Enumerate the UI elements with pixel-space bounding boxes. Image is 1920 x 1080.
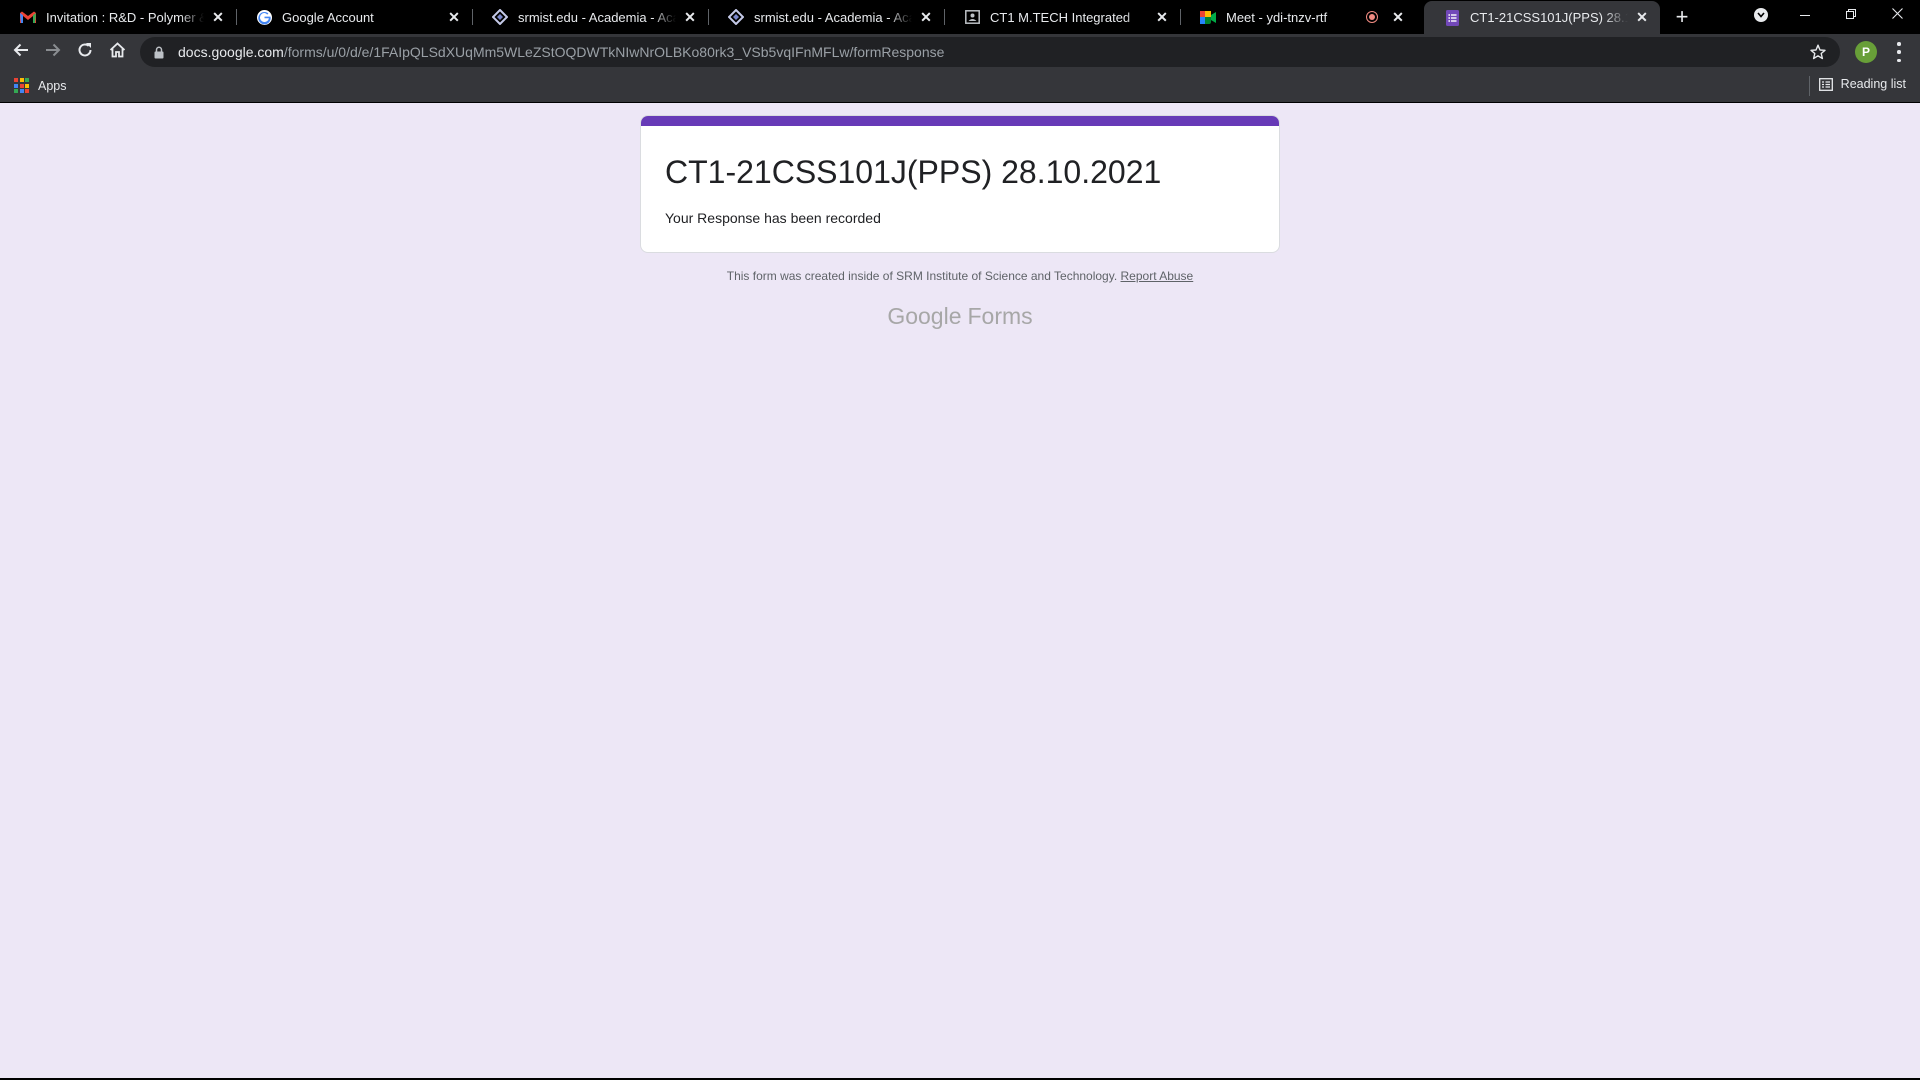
- brand-google: Google: [887, 303, 962, 329]
- url-host: docs.google.com: [178, 44, 284, 60]
- tab-title: Invitation : R&D - Polymer & Ela: [46, 9, 204, 25]
- url-text: docs.google.com/forms/u/0/d/e/1FAIpQLSdX…: [178, 44, 944, 60]
- tab-search-button[interactable]: [1738, 0, 1784, 30]
- google-icon: [256, 9, 272, 25]
- profile-avatar[interactable]: P: [1855, 41, 1877, 63]
- forms-icon: [1444, 9, 1460, 26]
- reload-button[interactable]: [71, 38, 99, 66]
- close-tab-icon[interactable]: ✕: [446, 9, 462, 25]
- google-forms-logo[interactable]: Google Forms: [0, 303, 1920, 330]
- close-tab-icon[interactable]: ✕: [210, 9, 226, 25]
- tab-meet[interactable]: Meet - ydi-tnzv-rtf ✕: [1180, 0, 1416, 34]
- tab-google-account[interactable]: Google Account ✕: [236, 0, 472, 34]
- tab-strip: Invitation : R&D - Polymer & Ela ✕ Googl…: [0, 0, 1920, 34]
- footer-text: This form was created inside of SRM Inst…: [726, 269, 1118, 283]
- close-window-button[interactable]: [1874, 0, 1920, 30]
- close-tab-icon[interactable]: ✕: [1634, 9, 1650, 26]
- home-button[interactable]: [103, 38, 131, 66]
- form-footer-note: This form was created inside of SRM Inst…: [0, 269, 1920, 283]
- apps-label: Apps: [38, 78, 67, 93]
- bookmark-star-icon[interactable]: [1810, 44, 1826, 60]
- minimize-icon: [1800, 14, 1810, 16]
- form-title: CT1-21CSS101J(PPS) 28.10.2021: [665, 154, 1162, 190]
- brand-forms: Forms: [967, 303, 1033, 329]
- meet-icon: [1200, 9, 1216, 25]
- tab-title: Meet - ydi-tnzv-rtf: [1226, 9, 1328, 25]
- apps-shortcut[interactable]: Apps: [14, 78, 67, 93]
- restore-button[interactable]: [1828, 0, 1874, 30]
- close-tab-icon[interactable]: ✕: [1390, 9, 1406, 25]
- reload-icon: [77, 42, 93, 63]
- minimize-button[interactable]: [1782, 0, 1828, 30]
- reading-list-label: Reading list: [1840, 77, 1906, 91]
- close-tab-icon[interactable]: ✕: [918, 9, 934, 25]
- tab-title: srmist.edu - Academia - Academ: [518, 9, 676, 25]
- forward-button[interactable]: [39, 38, 67, 66]
- form-accent-bar: [641, 116, 1279, 126]
- lock-icon[interactable]: [152, 45, 166, 59]
- tab-title: CT1 M.TECH Integrated: [990, 9, 1131, 25]
- tab-title: CT1-21CSS101J(PPS) 28.10.2021: [1470, 10, 1628, 25]
- gmail-icon: [20, 9, 36, 25]
- tab-academia-1[interactable]: srmist.edu - Academia - Academ ✕: [472, 0, 708, 34]
- report-abuse-link[interactable]: Report Abuse: [1121, 269, 1194, 283]
- reading-list-button[interactable]: Reading list: [1818, 77, 1906, 91]
- close-icon: [1891, 6, 1903, 24]
- apps-grid-icon: [14, 78, 29, 93]
- tab-title: Google Account: [282, 9, 374, 25]
- academia-icon: [492, 9, 508, 25]
- close-tab-icon[interactable]: ✕: [682, 9, 698, 25]
- url-path: /forms/u/0/d/e/1FAIpQLSdXUqMm5WLeZStOQDW…: [283, 44, 945, 60]
- tab-forms-active[interactable]: CT1-21CSS101J(PPS) 28.10.2021 ✕: [1424, 1, 1660, 34]
- close-tab-icon[interactable]: ✕: [1154, 9, 1170, 25]
- page-content: CT1-21CSS101J(PPS) 28.10.2021 Your Respo…: [0, 103, 1920, 1078]
- browser-toolbar: docs.google.com/forms/u/0/d/e/1FAIpQLSdX…: [0, 34, 1920, 70]
- address-bar[interactable]: docs.google.com/forms/u/0/d/e/1FAIpQLSdX…: [140, 37, 1840, 67]
- reading-list-icon: [1818, 77, 1833, 91]
- arrow-right-icon: [45, 42, 61, 63]
- tab-classroom[interactable]: CT1 M.TECH Integrated ✕: [944, 0, 1180, 34]
- home-icon: [109, 41, 126, 63]
- bookmarks-bar: Apps Reading list: [0, 70, 1920, 103]
- arrow-left-icon: [13, 42, 29, 63]
- restore-icon: [1846, 6, 1856, 24]
- tab-academia-2[interactable]: srmist.edu - Academia - Academ ✕: [708, 0, 944, 34]
- form-response-card: CT1-21CSS101J(PPS) 28.10.2021 Your Respo…: [640, 115, 1280, 253]
- bookmarks-divider: [1809, 76, 1810, 96]
- confirmation-message: Your Response has been recorded: [665, 210, 881, 226]
- back-button[interactable]: [7, 38, 35, 66]
- recording-icon: [1366, 11, 1378, 23]
- tab-search-icon: [1754, 8, 1768, 22]
- browser-menu-icon[interactable]: [1890, 42, 1908, 62]
- classroom-icon: [964, 9, 980, 25]
- tab-gmail[interactable]: Invitation : R&D - Polymer & Ela ✕: [0, 0, 236, 34]
- academia-icon: [728, 9, 744, 25]
- new-tab-button[interactable]: +: [1670, 5, 1694, 29]
- tab-title: srmist.edu - Academia - Academ: [754, 9, 912, 25]
